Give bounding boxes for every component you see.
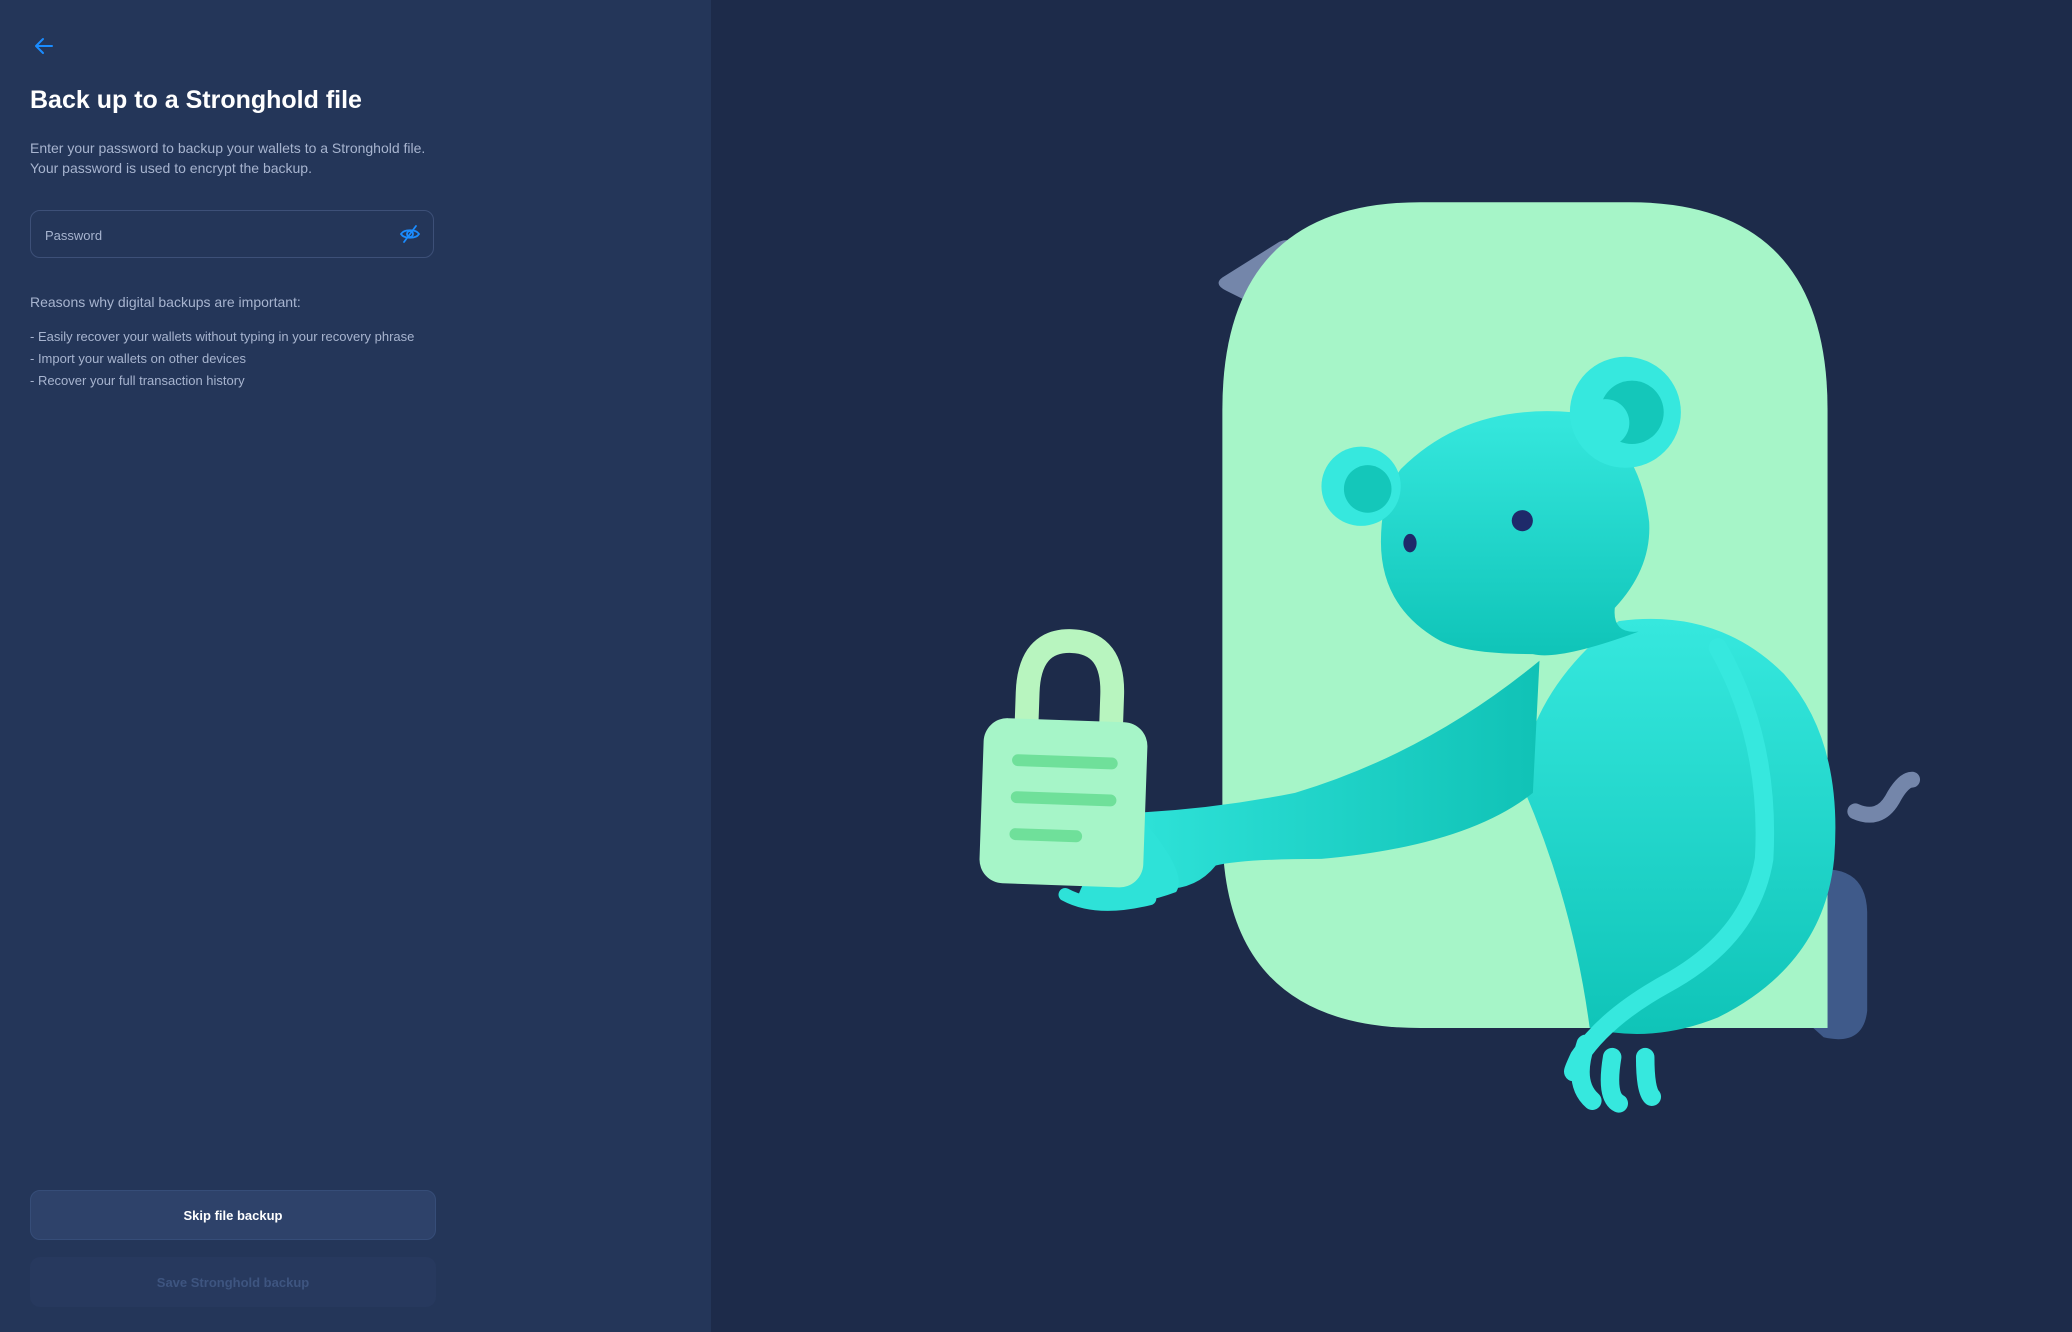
padlock (979, 629, 1148, 888)
page-title: Back up to a Stronghold file (30, 86, 362, 114)
mouse-with-lock-illustration (979, 202, 1921, 1113)
description: Enter your password to backup your walle… (30, 138, 450, 178)
description-line: Enter your password to backup your walle… (30, 140, 426, 156)
skip-file-backup-button[interactable]: Skip file backup (30, 1190, 436, 1240)
eye (1403, 533, 1417, 553)
left-panel: Back up to a Stronghold file Enter your … (0, 0, 711, 1332)
tail (1847, 771, 1921, 823)
list-item: - Easily recover your wallets without ty… (30, 329, 415, 344)
save-stronghold-backup-button[interactable]: Save Stronghold backup (30, 1257, 436, 1307)
reasons-heading: Reasons why digital backups are importan… (30, 294, 301, 310)
eye-slash-icon[interactable] (399, 223, 421, 245)
reasons-list: - Easily recover your wallets without ty… (30, 326, 414, 392)
password-field[interactable] (30, 210, 434, 259)
back-arrow-icon[interactable] (30, 32, 58, 60)
list-item: - Recover your full transaction history (30, 373, 245, 388)
eye (1511, 510, 1533, 532)
description-line: Your password is used to encrypt the bac… (30, 160, 312, 176)
password-input[interactable] (43, 211, 387, 259)
list-item: - Import your wallets on other devices (30, 351, 247, 366)
